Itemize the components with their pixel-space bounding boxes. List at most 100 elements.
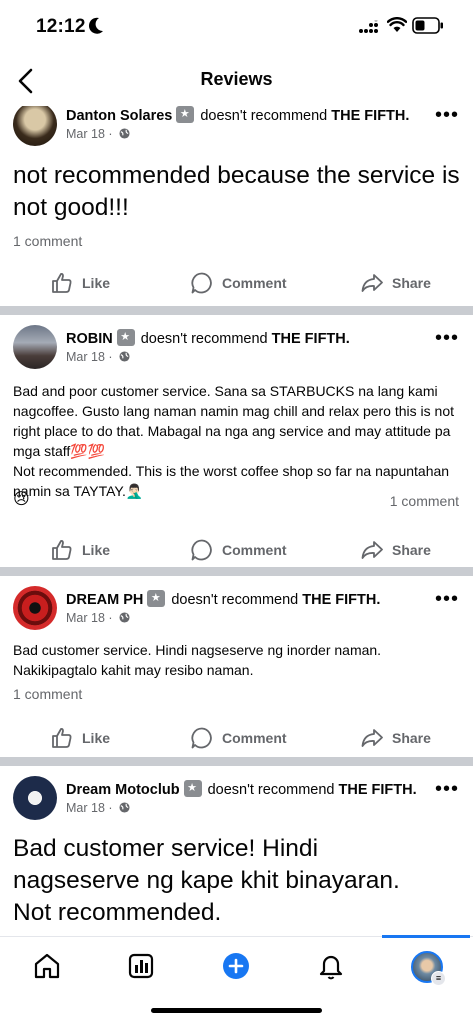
share-button[interactable]: Share xyxy=(360,723,431,753)
review-header: ROBIN doesn't recommend THE FIFTH. xyxy=(66,329,350,347)
page-name[interactable]: THE FIFTH. xyxy=(272,331,350,347)
post-date: Mar 18 · xyxy=(66,611,113,625)
reaction-emoji: 😢 xyxy=(13,491,30,508)
author-name[interactable]: ROBIN xyxy=(66,331,113,347)
avatar[interactable] xyxy=(13,325,57,369)
like-icon xyxy=(52,273,72,293)
share-label: Share xyxy=(392,730,431,746)
post-meta: Mar 18 · xyxy=(66,611,130,625)
nav-bar: Reviews xyxy=(0,56,473,106)
menu-badge-icon: ≡ xyxy=(431,971,446,986)
share-icon xyxy=(361,729,383,747)
page-name[interactable]: THE FIFTH. xyxy=(331,108,409,124)
review-header: Danton Solares doesn't recommend THE FIFT… xyxy=(66,106,409,124)
comment-button[interactable]: Comment xyxy=(190,535,287,565)
like-label: Like xyxy=(82,542,111,558)
comment-icon xyxy=(191,539,212,561)
share-icon xyxy=(361,541,383,559)
comment-count[interactable]: 1 comment xyxy=(13,686,82,702)
post-meta: Mar 18 · xyxy=(66,127,130,141)
more-options-button[interactable]: ••• xyxy=(435,106,459,127)
review-post: Dream Motoclub doesn't recommend THE FIFT… xyxy=(0,766,473,936)
like-label: Like xyxy=(82,275,111,291)
like-button[interactable]: Like xyxy=(50,268,110,298)
reviews-feed[interactable]: Danton Solares doesn't recommend THE FIFT… xyxy=(0,106,473,936)
globe-icon xyxy=(119,128,130,139)
comment-count[interactable]: 1 comment xyxy=(13,233,82,249)
globe-icon xyxy=(119,802,130,813)
review-body: Bad and poor customer service. Sana sa S… xyxy=(13,383,454,499)
review-post: Danton Solares doesn't recommend THE FIFT… xyxy=(0,106,473,298)
action-bar: Like Comment Share xyxy=(0,535,473,565)
author-name[interactable]: Dream Motoclub xyxy=(66,782,180,798)
dashboard-tab-icon[interactable] xyxy=(126,951,156,981)
share-label: Share xyxy=(392,275,431,291)
comment-button[interactable]: Comment xyxy=(190,723,287,753)
more-options-button[interactable]: ••• xyxy=(435,588,459,611)
profile-tab-avatar[interactable]: ≡ xyxy=(411,951,446,986)
post-divider xyxy=(0,306,473,315)
home-tab-icon[interactable] xyxy=(32,951,62,981)
comment-icon xyxy=(191,727,212,749)
review-verb: doesn't recommend xyxy=(207,782,335,798)
like-label: Like xyxy=(82,730,111,746)
like-button[interactable]: Like xyxy=(50,535,110,565)
review-verb: doesn't recommend xyxy=(140,331,268,347)
review-verb: doesn't recommend xyxy=(171,592,299,608)
star-badge-icon xyxy=(116,329,135,346)
review-body: Bad customer service. Hindi nagseserve n… xyxy=(13,642,382,678)
review-body: not recommended because the service is n… xyxy=(13,162,460,221)
comment-label: Comment xyxy=(222,542,287,558)
status-bar: 12:12 xyxy=(0,0,473,52)
globe-icon xyxy=(119,612,130,623)
signal-icon xyxy=(359,20,378,33)
comment-icon xyxy=(191,272,212,294)
home-indicator xyxy=(151,1008,322,1013)
action-bar: Like Comment Share xyxy=(0,723,473,753)
share-icon xyxy=(361,274,383,292)
comment-label: Comment xyxy=(222,730,287,746)
post-meta: Mar 18 · xyxy=(66,801,130,815)
comment-button[interactable]: Comment xyxy=(190,268,287,298)
more-options-button[interactable]: ••• xyxy=(435,327,459,350)
review-verb: doesn't recommend xyxy=(200,108,328,124)
post-date: Mar 18 · xyxy=(66,801,113,815)
comment-label: Comment xyxy=(222,275,287,291)
author-name[interactable]: DREAM PH xyxy=(66,592,143,608)
create-tab-icon[interactable] xyxy=(221,951,251,981)
post-divider xyxy=(0,567,473,576)
review-post: DREAM PH doesn't recommend THE FIFTH. Mar… xyxy=(0,576,473,757)
notifications-tab-icon[interactable] xyxy=(316,951,346,981)
star-badge-icon xyxy=(183,780,202,797)
review-header: DREAM PH doesn't recommend THE FIFTH. xyxy=(66,590,380,608)
globe-icon xyxy=(119,351,130,362)
review-header: Dream Motoclub doesn't recommend THE FIFT… xyxy=(66,780,417,798)
avatar[interactable] xyxy=(13,776,57,820)
post-date: Mar 18 · xyxy=(66,350,113,364)
avatar[interactable] xyxy=(13,106,57,146)
share-label: Share xyxy=(392,542,431,558)
star-badge-icon xyxy=(147,590,166,607)
like-icon xyxy=(52,728,72,748)
page-name[interactable]: THE FIFTH. xyxy=(339,782,417,798)
author-name[interactable]: Danton Solares xyxy=(66,108,172,124)
wifi-icon xyxy=(387,17,407,32)
review-post: ROBIN doesn't recommend THE FIFTH. Mar 18… xyxy=(0,315,473,567)
like-button[interactable]: Like xyxy=(50,723,110,753)
share-button[interactable]: Share xyxy=(360,535,431,565)
like-icon xyxy=(52,540,72,560)
comment-count[interactable]: 1 comment xyxy=(390,493,459,509)
action-bar: Like Comment Share xyxy=(0,268,473,298)
battery-icon xyxy=(412,17,443,34)
avatar[interactable] xyxy=(13,586,57,630)
more-options-button[interactable]: ••• xyxy=(435,778,459,801)
share-button[interactable]: Share xyxy=(360,268,431,298)
page-title: Reviews xyxy=(200,69,273,89)
page-name[interactable]: THE FIFTH. xyxy=(302,592,380,608)
active-tab-indicator xyxy=(382,935,470,938)
post-divider xyxy=(0,757,473,766)
moon-icon xyxy=(88,17,103,34)
post-meta: Mar 18 · xyxy=(66,350,130,364)
star-badge-icon xyxy=(176,106,195,123)
post-date: Mar 18 · xyxy=(66,127,113,141)
